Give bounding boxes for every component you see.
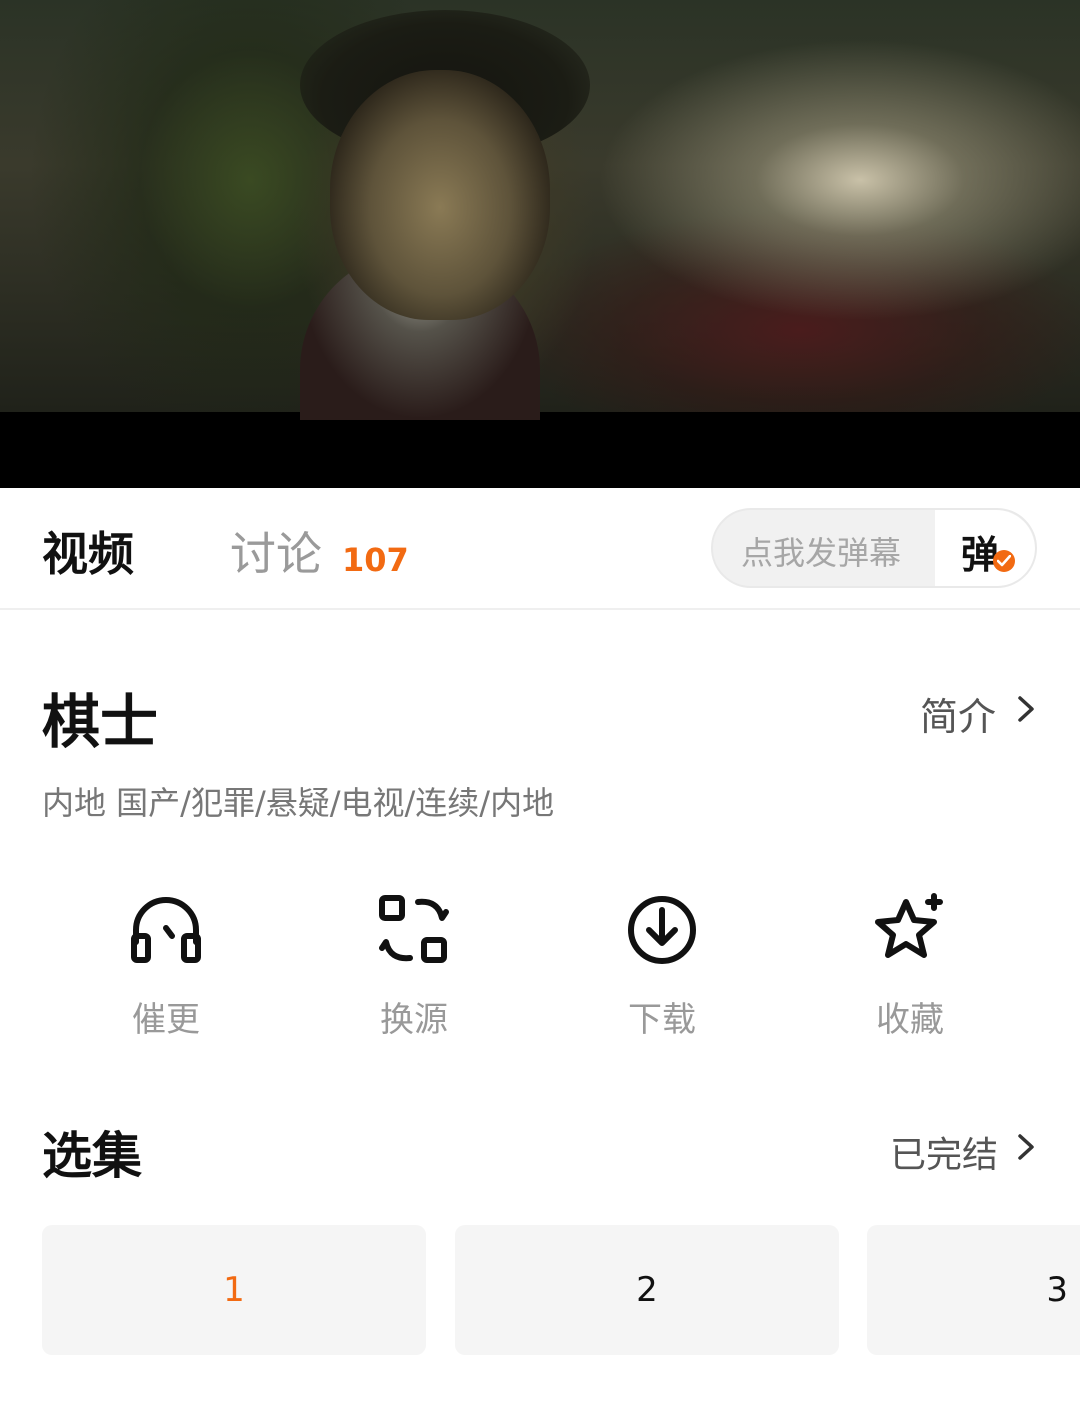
danmu-toggle-label: 弹 <box>961 533 1000 577</box>
switch-source-icon <box>334 890 494 970</box>
download-icon <box>582 890 742 970</box>
danmu-input[interactable]: 点我发弹幕 <box>741 528 901 574</box>
action-label: 催更 <box>132 1000 200 1040</box>
show-meta: 内地 国产/犯罪/悬疑/电视/连续/内地 <box>42 784 555 822</box>
discuss-count-badge: 107 <box>342 541 409 579</box>
check-icon <box>993 550 1015 572</box>
chevron-right-icon[interactable] <box>1014 1132 1038 1166</box>
danmu-toggle-button[interactable]: 弹 <box>935 510 1035 586</box>
intro-link[interactable]: 简介 <box>920 686 996 741</box>
video-frame <box>0 0 1080 420</box>
headphones-icon <box>86 890 246 970</box>
episode-item-1[interactable]: 1 <box>42 1225 426 1355</box>
switch-source-button[interactable]: 换源 <box>334 890 494 1041</box>
episode-item-2[interactable]: 2 <box>455 1225 839 1355</box>
episodes-status-link[interactable]: 已完结 <box>890 1126 998 1178</box>
show-title: 棋士 <box>42 688 159 756</box>
tab-discuss[interactable]: 讨论 <box>230 518 322 584</box>
urge-update-button[interactable]: 催更 <box>86 890 246 1041</box>
tab-bar: 视频 讨论 107 点我发弹幕 弹 <box>0 488 1080 610</box>
danmu-bar: 点我发弹幕 弹 <box>711 508 1037 588</box>
action-label: 收藏 <box>876 1000 944 1040</box>
action-label: 换源 <box>380 1000 448 1040</box>
video-player[interactable] <box>0 0 1080 488</box>
tab-video[interactable]: 视频 <box>42 518 134 584</box>
download-button[interactable]: 下载 <box>582 890 742 1041</box>
favorite-button[interactable]: 收藏 <box>830 890 990 1041</box>
episode-item-3[interactable]: 3 <box>867 1225 1080 1355</box>
action-label: 下载 <box>628 1000 696 1040</box>
star-icon <box>830 890 990 970</box>
episodes-title: 选集 <box>42 1127 142 1185</box>
chevron-right-icon[interactable] <box>1014 694 1038 728</box>
